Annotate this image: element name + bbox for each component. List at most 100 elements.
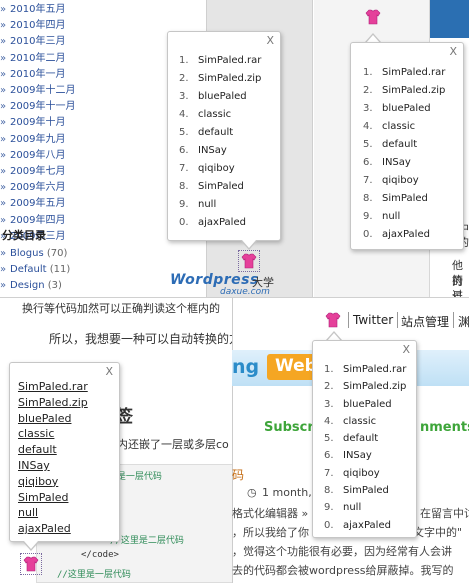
nav-divider [348, 312, 349, 328]
option-label: qiqiboy [343, 467, 380, 479]
theme-option[interactable]: 0. ajaxPaled [179, 214, 261, 232]
theme-option[interactable]: 6. INSay [324, 447, 406, 464]
theme-option[interactable]: 5. default [324, 430, 406, 447]
theme-switcher-popup: X 1. SimPaled.rar 2. SimPaled.zip 3. bluePale… [312, 340, 417, 538]
option-number: 2. [324, 381, 334, 393]
theme-switcher-popup: X 1. SimPaled.rar 2. SimPaled.zip 3. bluePale… [167, 31, 281, 241]
theme-option[interactable]: 8. SimPaled [363, 190, 445, 208]
option-label: ajaxPaled [18, 522, 71, 536]
category-link[interactable]: Default [10, 264, 47, 275]
category-link[interactable]: Blogus [10, 248, 44, 259]
theme-option[interactable]: INSay [18, 458, 88, 474]
theme-option[interactable]: 2. SimPaled.zip [363, 82, 445, 100]
theme-option[interactable]: 5. default [179, 124, 261, 142]
theme-option[interactable]: 1. SimPaled.rar [363, 64, 445, 82]
archive-link[interactable]: 2010年五月 [0, 2, 205, 18]
article-text: 换行等代码加然可以正确判读这个框内的 [22, 302, 220, 315]
theme-switcher-trigger[interactable] [238, 250, 260, 272]
theme-option[interactable]: 7. qiqiboy [363, 172, 445, 190]
theme-option[interactable]: 6. INSay [179, 142, 261, 160]
option-number: 5. [324, 433, 334, 445]
option-label: null [198, 199, 217, 210]
theme-option[interactable]: 8. SimPaled [324, 482, 406, 499]
theme-option[interactable]: 4. classic [179, 106, 261, 124]
theme-option[interactable]: 3. bluePaled [324, 396, 406, 413]
theme-option[interactable]: bluePaled [18, 411, 88, 427]
tshirt-icon[interactable] [364, 8, 382, 26]
theme-option[interactable]: 9. null [363, 208, 445, 226]
theme-option[interactable]: SimPaled [18, 490, 88, 506]
option-label: INSay [18, 458, 50, 472]
theme-option[interactable]: 6. INSay [363, 154, 445, 172]
theme-option[interactable]: classic [18, 426, 88, 442]
post-text: 在留言中讨 [420, 507, 469, 520]
theme-option[interactable]: 4. classic [324, 413, 406, 430]
option-label: qiqiboy [198, 163, 235, 174]
post-text: ，所以我给了你 [232, 526, 309, 539]
option-label: default [198, 127, 234, 138]
option-label: SimPaled.rar [18, 380, 88, 393]
nav-divider [453, 312, 454, 328]
option-label: ajaxPaled [382, 229, 430, 240]
theme-option[interactable]: ajaxPaled [18, 521, 88, 537]
close-icon[interactable]: X [266, 34, 274, 47]
theme-option[interactable]: 3. bluePaled [179, 88, 261, 106]
theme-option[interactable]: 9. null [179, 196, 261, 214]
option-label: default [382, 139, 418, 150]
theme-option[interactable]: 3. bluePaled [363, 100, 445, 118]
option-number: 8. [179, 181, 189, 192]
nav-more-link[interactable]: 渊 [458, 313, 469, 330]
theme-list: 1. SimPaled.rar 2. SimPaled.zip 3. bluePaled 4… [179, 52, 261, 232]
theme-option[interactable]: 0. ajaxPaled [363, 226, 445, 244]
blue-header-fragment [430, 0, 469, 38]
theme-option[interactable]: 2. SimPaled.zip [179, 70, 261, 88]
category-link[interactable]: Design [10, 280, 45, 291]
category-count: (70) [46, 248, 68, 259]
theme-option[interactable]: 4. classic [363, 118, 445, 136]
theme-option[interactable]: 9. null [324, 499, 406, 516]
option-label: classic [343, 415, 377, 427]
nav-admin-link[interactable]: 站点管理 [401, 313, 449, 330]
option-number: 4. [179, 109, 189, 120]
tshirt-icon[interactable] [324, 311, 342, 329]
theme-option[interactable]: 8. SimPaled [179, 178, 261, 196]
theme-option[interactable]: 0. ajaxPaled [324, 517, 406, 534]
theme-switcher-trigger[interactable] [20, 553, 42, 575]
theme-option[interactable]: null [18, 505, 88, 521]
theme-option[interactable]: SimPaled.rar [18, 379, 88, 395]
theme-option[interactable]: 5. default [363, 136, 445, 154]
option-label: SimPaled [343, 485, 389, 497]
option-number: 9. [363, 211, 373, 222]
post-text: 文字中的" [413, 526, 463, 539]
theme-option[interactable]: 1. SimPaled.rar [179, 52, 261, 70]
option-label: null [382, 211, 401, 222]
theme-option[interactable]: 1. SimPaled.rar [324, 361, 406, 378]
popup-pointer [365, 33, 381, 43]
close-icon[interactable]: X [105, 365, 113, 378]
option-label: INSay [198, 145, 227, 156]
theme-option[interactable]: SimPaled.zip [18, 395, 88, 411]
banner-text: ng [232, 356, 260, 378]
comments-link[interactable]: nments [420, 420, 469, 435]
nav-twitter-link[interactable]: Twitter [353, 313, 393, 327]
popup-pointer [241, 240, 257, 250]
tshirt-icon [23, 556, 39, 572]
theme-option[interactable]: 2. SimPaled.zip [324, 378, 406, 395]
option-label: classic [198, 109, 232, 120]
subscribe-link[interactable]: Subscr [264, 420, 314, 435]
option-label: SimPaled.zip [382, 85, 446, 96]
close-icon[interactable]: X [449, 45, 457, 58]
theme-option[interactable]: default [18, 442, 88, 458]
theme-option[interactable]: 7. qiqiboy [179, 160, 261, 178]
option-number: 8. [363, 193, 373, 204]
theme-option[interactable]: qiqiboy [18, 474, 88, 490]
post-text: 去的代码都会被wordpress给屏蔽掉。我写的 [232, 564, 454, 577]
web-button[interactable]: Web [267, 354, 317, 380]
close-icon[interactable]: X [402, 343, 410, 356]
option-number: 1. [324, 364, 334, 375]
theme-option[interactable]: 7. qiqiboy [324, 465, 406, 482]
option-number: 1. [179, 55, 189, 66]
option-label: bluePaled [18, 411, 72, 425]
option-label: classic [18, 427, 55, 441]
option-label: qiqiboy [382, 175, 419, 186]
